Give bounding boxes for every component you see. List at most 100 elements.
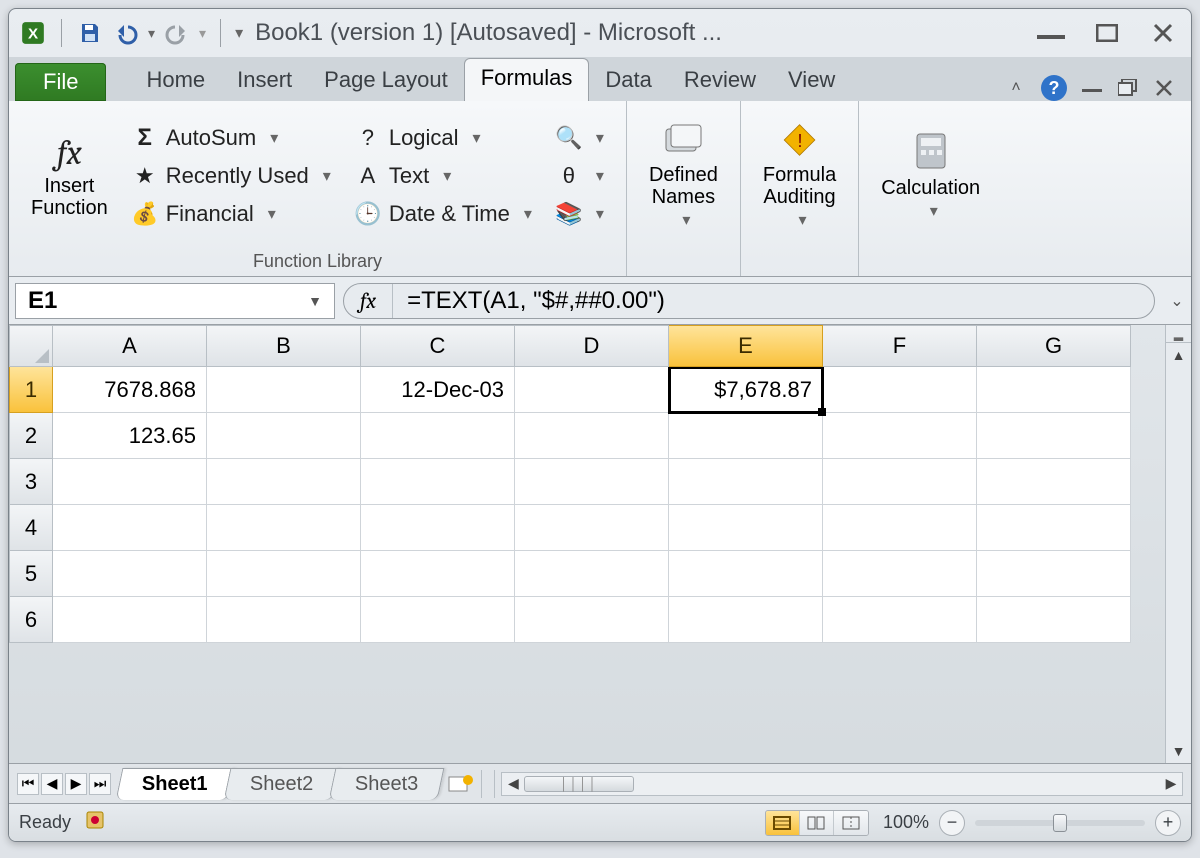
scroll-up-icon[interactable]: ▲	[1166, 343, 1191, 367]
cell-A5[interactable]	[53, 551, 207, 597]
mdi-minimize-icon[interactable]	[1081, 77, 1103, 99]
sheet-nav-prev-icon[interactable]: ◀	[41, 773, 63, 795]
undo-dropdown-icon[interactable]: ▾	[148, 25, 155, 42]
col-header-C[interactable]: C	[361, 325, 515, 367]
date-time-button[interactable]: 🕒 Date & Time	[351, 199, 536, 229]
vertical-scrollbar[interactable]: ▂ ▲ ▼	[1165, 325, 1191, 763]
tab-file[interactable]: File	[15, 63, 106, 101]
zoom-slider[interactable]	[975, 820, 1145, 826]
tab-data[interactable]: Data	[589, 61, 667, 101]
cell-G1[interactable]	[977, 367, 1131, 413]
col-header-E[interactable]: E	[669, 325, 823, 367]
tab-formulas[interactable]: Formulas	[464, 58, 590, 101]
lookup-reference-button[interactable]: 🔍	[552, 123, 608, 153]
zoom-in-icon[interactable]: +	[1155, 810, 1181, 836]
cell-G4[interactable]	[977, 505, 1131, 551]
cell-B3[interactable]	[207, 459, 361, 505]
cell-D5[interactable]	[515, 551, 669, 597]
cell-E1[interactable]: $7,678.87	[669, 367, 823, 413]
view-page-layout-icon[interactable]	[800, 811, 834, 835]
financial-button[interactable]: 💰 Financial	[128, 199, 335, 229]
scroll-down-icon[interactable]: ▼	[1166, 739, 1191, 763]
cell-B5[interactable]	[207, 551, 361, 597]
cell-E3[interactable]	[669, 459, 823, 505]
scroll-track[interactable]	[1166, 367, 1191, 739]
cell-A3[interactable]	[53, 459, 207, 505]
redo-icon[interactable]	[163, 19, 191, 47]
qat-customize-icon[interactable]: ▾	[235, 23, 243, 43]
insert-function-button[interactable]: fx Insert Function	[19, 131, 120, 221]
row-header-5[interactable]: 5	[9, 551, 53, 597]
cell-G2[interactable]	[977, 413, 1131, 459]
row-header-2[interactable]: 2	[9, 413, 53, 459]
cell-F2[interactable]	[823, 413, 977, 459]
recently-used-button[interactable]: ★ Recently Used	[128, 161, 335, 191]
sheet-tab-3[interactable]: Sheet3	[329, 768, 445, 800]
col-header-F[interactable]: F	[823, 325, 977, 367]
row-header-3[interactable]: 3	[9, 459, 53, 505]
app-icon[interactable]: X	[19, 19, 47, 47]
name-box-dropdown-icon[interactable]: ▼	[308, 293, 322, 309]
split-handle-icon[interactable]: ▂	[1166, 325, 1191, 343]
cell-B4[interactable]	[207, 505, 361, 551]
undo-icon[interactable]	[112, 19, 140, 47]
tab-home[interactable]: Home	[130, 61, 221, 101]
cell-E2[interactable]	[669, 413, 823, 459]
cell-B1[interactable]	[207, 367, 361, 413]
cell-E6[interactable]	[669, 597, 823, 643]
cell-D2[interactable]	[515, 413, 669, 459]
cell-F1[interactable]	[823, 367, 977, 413]
calculation-button[interactable]: Calculation	[869, 130, 992, 223]
cell-A4[interactable]	[53, 505, 207, 551]
cell-D3[interactable]	[515, 459, 669, 505]
logical-button[interactable]: ? Logical	[351, 123, 536, 153]
cell-E4[interactable]	[669, 505, 823, 551]
sheet-nav-first-icon[interactable]: ⏮	[17, 773, 39, 795]
minimize-icon[interactable]	[1033, 21, 1069, 45]
mdi-close-icon[interactable]	[1153, 77, 1175, 99]
col-header-G[interactable]: G	[977, 325, 1131, 367]
cell-F5[interactable]	[823, 551, 977, 597]
sheet-tab-1[interactable]: Sheet1	[116, 768, 234, 800]
text-button[interactable]: A Text	[351, 161, 536, 191]
save-icon[interactable]	[76, 19, 104, 47]
col-header-A[interactable]: A	[53, 325, 207, 367]
hscroll-left-icon[interactable]: ◀	[502, 775, 524, 792]
view-page-break-icon[interactable]	[834, 811, 868, 835]
cell-D1[interactable]	[515, 367, 669, 413]
macro-record-icon[interactable]	[85, 810, 105, 835]
hscroll-thumb[interactable]: ││││	[524, 776, 634, 792]
zoom-out-icon[interactable]: −	[939, 810, 965, 836]
col-header-B[interactable]: B	[207, 325, 361, 367]
row-header-1[interactable]: 1	[9, 367, 53, 413]
maximize-icon[interactable]	[1089, 21, 1125, 45]
hscroll-split-icon[interactable]	[481, 770, 495, 798]
view-normal-icon[interactable]	[766, 811, 800, 835]
name-box[interactable]: E1 ▼	[15, 283, 335, 319]
cell-D6[interactable]	[515, 597, 669, 643]
cell-C6[interactable]	[361, 597, 515, 643]
cell-B2[interactable]	[207, 413, 361, 459]
cell-C1[interactable]: 12-Dec-03	[361, 367, 515, 413]
cell-F4[interactable]	[823, 505, 977, 551]
more-functions-button[interactable]: 📚	[552, 199, 608, 229]
redo-dropdown-icon[interactable]: ▾	[199, 25, 206, 42]
help-icon[interactable]: ?	[1041, 75, 1067, 101]
cell-F6[interactable]	[823, 597, 977, 643]
row-header-6[interactable]: 6	[9, 597, 53, 643]
cell-G6[interactable]	[977, 597, 1131, 643]
cell-G3[interactable]	[977, 459, 1131, 505]
fx-icon[interactable]: fx	[344, 284, 393, 318]
cell-G5[interactable]	[977, 551, 1131, 597]
tab-review[interactable]: Review	[668, 61, 772, 101]
close-icon[interactable]	[1145, 21, 1181, 45]
defined-names-button[interactable]: Defined Names	[637, 121, 730, 232]
tab-page-layout[interactable]: Page Layout	[308, 61, 464, 101]
autosum-button[interactable]: Σ AutoSum	[128, 123, 335, 153]
sheet-nav-next-icon[interactable]: ▶	[65, 773, 87, 795]
cell-F3[interactable]	[823, 459, 977, 505]
zoom-level[interactable]: 100%	[883, 812, 929, 833]
cell-D4[interactable]	[515, 505, 669, 551]
horizontal-scrollbar[interactable]: ◀ ││││ ▶	[501, 772, 1183, 796]
tab-insert[interactable]: Insert	[221, 61, 308, 101]
